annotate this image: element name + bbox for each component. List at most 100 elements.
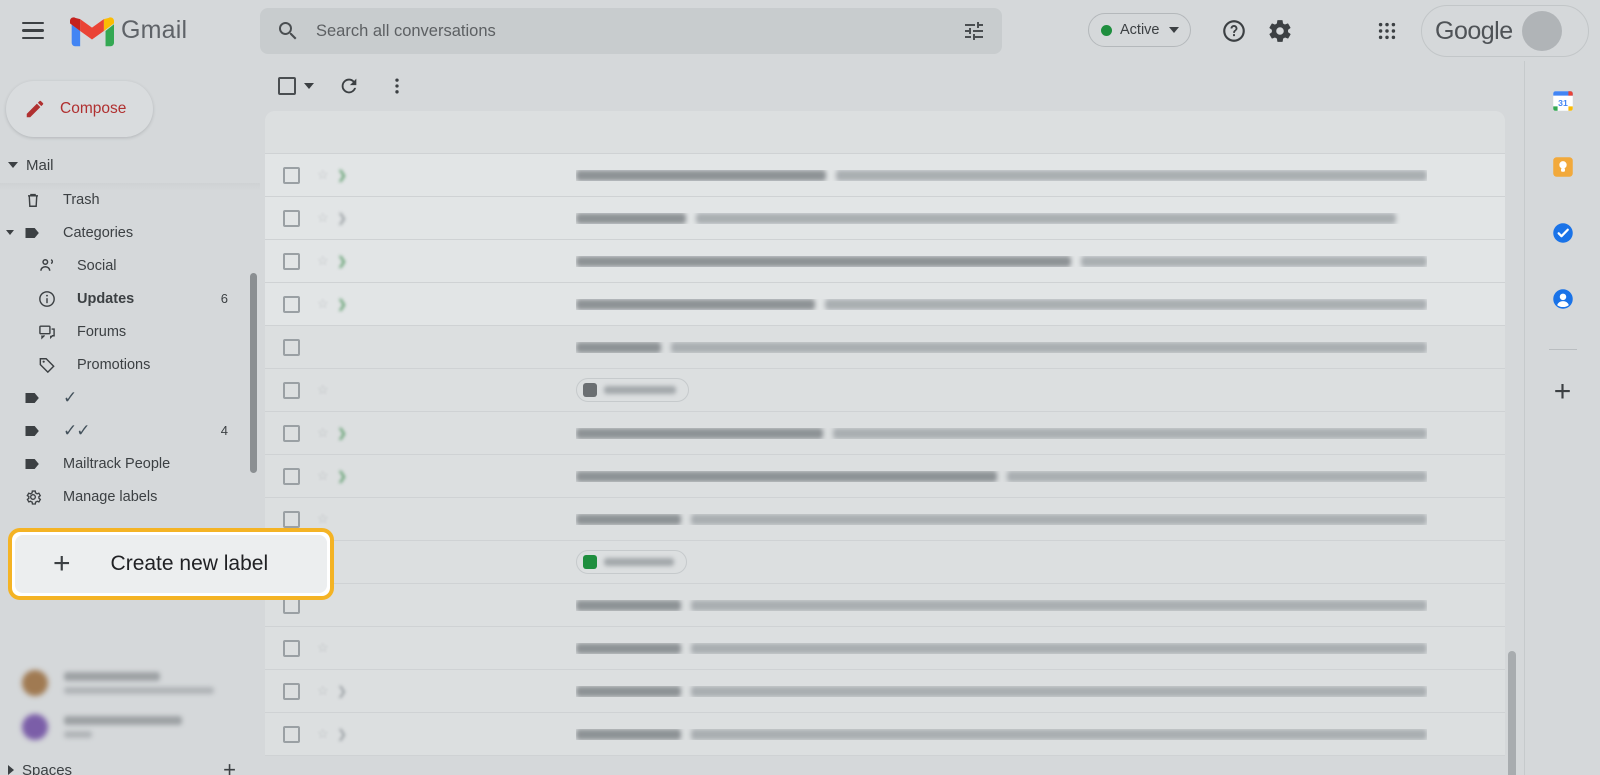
attachment-chip[interactable] [576,378,689,402]
table-row[interactable]: ☆❯ [265,670,1505,713]
table-row[interactable]: ❯ [265,584,1505,627]
importance-marker-icon[interactable]: ❯ [337,383,350,397]
importance-marker-icon[interactable]: ❯ [337,168,350,182]
star-icon[interactable]: ☆ [317,683,331,699]
sidebar-nav-scroll[interactable]: Trash Categories Social Updates 6 Forums Promo… [0,183,260,513]
importance-marker-icon[interactable]: ❯ [337,555,350,569]
sidebar-item-categories[interactable]: Categories [0,216,246,249]
table-row[interactable]: ☆❯ [265,713,1505,756]
importance-marker-icon[interactable]: ❯ [337,684,350,698]
google-account-button[interactable]: Google [1421,5,1589,57]
create-new-label-button[interactable]: + Create new label [15,535,327,593]
sidebar-item-[interactable]: ✓ [0,381,246,414]
table-row[interactable]: ☆❯ [265,240,1505,283]
table-row[interactable]: ☆❯ [265,154,1505,197]
status-chip-active[interactable]: Active [1088,13,1191,47]
search-options-icon[interactable] [962,19,986,43]
star-icon[interactable]: ☆ [317,382,331,398]
row-checkbox[interactable] [283,424,300,442]
importance-marker-icon[interactable]: ❯ [337,254,350,268]
chat-contact-row[interactable] [0,661,258,705]
importance-marker-icon[interactable]: ❯ [337,469,350,483]
sidebar-item-[interactable]: ✓✓ 4 [0,414,246,447]
importance-marker-icon[interactable]: ❯ [337,727,350,741]
row-checkbox[interactable] [283,467,300,485]
star-icon[interactable]: ☆ [317,468,331,484]
table-row[interactable]: ☆❯ [265,412,1505,455]
sidebar-item-forums[interactable]: Forums [0,315,246,348]
search-icon[interactable] [276,19,300,43]
table-row[interactable]: ☆❯ [265,197,1505,240]
star-icon[interactable]: ☆ [317,726,331,742]
sidebar-item-mailtrack-people[interactable]: Mailtrack People [0,447,246,480]
status-dot [1101,24,1112,36]
row-checkbox[interactable] [283,209,300,227]
chevron-down-icon[interactable] [6,230,14,235]
importance-marker-icon[interactable]: ❯ [337,512,350,526]
search-bar[interactable] [260,8,1002,54]
sidebar-scrollbar[interactable] [250,273,257,473]
table-row[interactable]: ☆❯ [265,498,1505,541]
table-row[interactable]: ☆❯ [265,627,1505,670]
sidebar-scrollbar-thumb[interactable] [250,273,257,473]
select-all-checkbox[interactable] [278,77,296,95]
refresh-button[interactable] [330,67,368,105]
star-icon[interactable]: ☆ [317,296,331,312]
google-tasks-button[interactable] [1543,213,1583,253]
row-checkbox[interactable] [283,338,300,356]
star-icon[interactable]: ☆ [317,210,331,226]
mail-list-scrollbar[interactable] [1508,651,1516,775]
add-side-panel-app-button[interactable]: + [1543,372,1583,412]
search-input[interactable] [316,21,962,41]
importance-marker-icon[interactable]: ❯ [337,598,350,612]
compose-button[interactable]: Compose [6,81,153,137]
importance-marker-icon[interactable]: ❯ [337,340,350,354]
row-content [576,298,1427,310]
help-button[interactable] [1215,12,1253,50]
row-checkbox[interactable] [283,252,300,270]
row-checkbox[interactable] [283,166,300,184]
importance-marker-icon[interactable]: ❯ [337,297,350,311]
star-icon[interactable]: ☆ [317,425,331,441]
plus-icon[interactable]: + [223,759,236,775]
google-calendar-button[interactable]: 31 [1543,81,1583,121]
sidebar-item-manage-labels[interactable]: Manage labels [0,480,246,513]
star-icon[interactable]: ☆ [317,511,331,527]
gmail-brand[interactable]: Gmail [70,14,187,48]
star-icon[interactable]: ☆ [317,640,331,656]
settings-button[interactable] [1261,12,1299,50]
row-checkbox[interactable] [283,682,300,700]
row-checkbox[interactable] [283,510,300,528]
table-row[interactable]: ❯ [265,541,1505,584]
mail-section-header[interactable]: Mail [0,149,260,181]
row-checkbox[interactable] [283,381,300,399]
google-contacts-button[interactable] [1543,279,1583,319]
row-checkbox[interactable] [283,295,300,313]
attachment-chip[interactable] [576,550,687,574]
table-row[interactable]: ❯ [265,326,1505,369]
avatar[interactable] [1521,11,1562,51]
hamburger-menu-icon[interactable] [10,8,56,54]
row-checkbox[interactable] [283,639,300,657]
table-row[interactable]: ❯ [265,111,1505,154]
more-options-button[interactable] [378,67,416,105]
chat-contact-row[interactable] [0,705,258,749]
chevron-down-icon[interactable] [304,83,314,89]
importance-marker-icon[interactable]: ❯ [337,125,350,139]
google-keep-button[interactable] [1543,147,1583,187]
table-row[interactable]: ☆❯ [265,369,1505,412]
importance-marker-icon[interactable]: ❯ [337,426,350,440]
importance-marker-icon[interactable]: ❯ [337,211,350,225]
sidebar-item-promotions[interactable]: Promotions [0,348,246,381]
importance-marker-icon[interactable]: ❯ [337,641,350,655]
table-row[interactable]: ☆❯ [265,283,1505,326]
sidebar-item-updates[interactable]: Updates 6 [0,282,246,315]
sidebar-item-trash[interactable]: Trash [0,183,246,216]
star-icon[interactable]: ☆ [317,253,331,269]
sidebar-item-social[interactable]: Social [0,249,246,282]
star-icon[interactable]: ☆ [317,167,331,183]
row-checkbox[interactable] [283,725,300,743]
table-row[interactable]: ☆❯ [265,455,1505,498]
google-apps-button[interactable] [1368,12,1406,50]
sidebar-item-spaces[interactable]: Spaces + [0,753,258,775]
